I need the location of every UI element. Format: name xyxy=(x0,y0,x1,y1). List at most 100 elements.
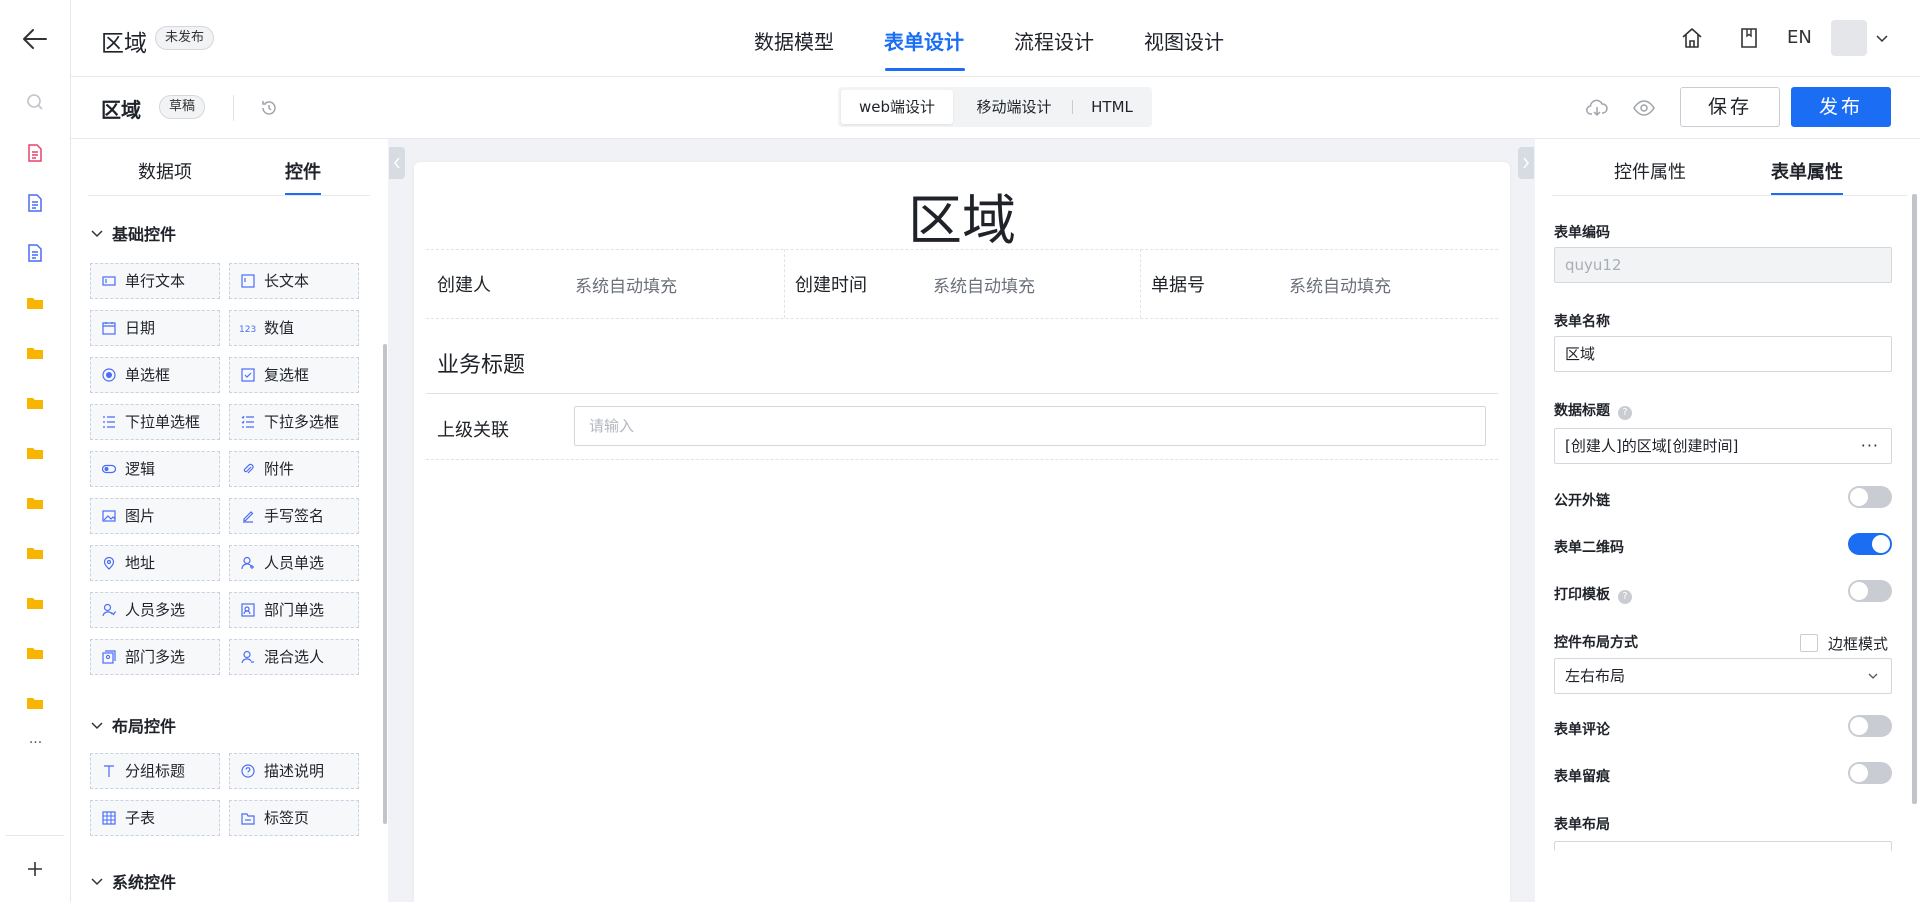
layout-mode-select[interactable]: 左右布局 xyxy=(1554,658,1892,694)
search-icon[interactable] xyxy=(25,92,45,112)
panel-scrollbar[interactable] xyxy=(1912,194,1917,804)
folder-icon[interactable] xyxy=(25,293,45,313)
document-blue-icon[interactable] xyxy=(25,193,45,213)
section-basic-controls[interactable]: 基础控件 xyxy=(90,221,176,245)
field-label-created-time[interactable]: 创建时间 xyxy=(795,271,867,297)
more-options-icon[interactable]: ··· xyxy=(1861,429,1879,463)
more-icon[interactable]: ··· xyxy=(0,735,71,751)
app-root: ··· 区域 未发布 数据模型 表单设计 流程设计 视图设计 EN 区域 草稿 … xyxy=(0,0,1920,902)
control-department-multi[interactable]: 部门多选 xyxy=(90,639,220,675)
svg-text:123: 123 xyxy=(239,325,256,335)
control-mixed-user[interactable]: 混合选人 xyxy=(229,639,359,675)
help-icon[interactable]: ? xyxy=(1618,406,1632,420)
plus-icon[interactable] xyxy=(24,858,46,880)
publish-button[interactable]: 发布 xyxy=(1791,87,1891,127)
control-label: 日期 xyxy=(125,319,156,337)
qr-code-toggle[interactable] xyxy=(1848,533,1892,555)
control-user-single[interactable]: 人员单选 xyxy=(229,545,359,581)
control-number[interactable]: 123 数值 xyxy=(229,310,359,346)
control-address[interactable]: 地址 xyxy=(90,545,220,581)
control-image[interactable]: 图片 xyxy=(90,498,220,534)
help-icon[interactable]: ? xyxy=(1618,590,1632,604)
control-department-single[interactable]: 部门单选 xyxy=(229,592,359,628)
control-checkbox[interactable]: 复选框 xyxy=(229,357,359,393)
control-label: 手写签名 xyxy=(264,507,325,525)
collapse-right-handle[interactable] xyxy=(1518,147,1534,179)
control-dropdown-multi[interactable]: 下拉多选框 xyxy=(229,404,359,440)
form-layout-field[interactable] xyxy=(1554,841,1892,851)
data-title-field[interactable]: [创建人]的区域[创建时间] ··· xyxy=(1554,428,1892,464)
control-date[interactable]: 日期 xyxy=(90,310,220,346)
trace-toggle[interactable] xyxy=(1848,762,1892,784)
control-logic[interactable]: 逻辑 xyxy=(90,451,220,487)
tab-controls[interactable]: 控件 xyxy=(285,158,321,184)
public-link-toggle[interactable] xyxy=(1848,486,1892,508)
folder-icon[interactable] xyxy=(25,343,45,363)
back-arrow-icon[interactable] xyxy=(20,26,50,52)
mode-html[interactable]: HTML xyxy=(1076,90,1148,124)
language-switch[interactable]: EN xyxy=(1787,27,1812,48)
panel-scrollbar[interactable] xyxy=(383,344,387,824)
home-icon[interactable] xyxy=(1680,26,1704,50)
history-icon[interactable] xyxy=(260,99,278,117)
qr-code-label: 表单二维码 xyxy=(1554,540,1624,556)
group-divider xyxy=(426,393,1498,394)
folder-icon[interactable] xyxy=(25,593,45,613)
document-blue-icon[interactable] xyxy=(25,243,45,263)
control-long-text[interactable]: 长文本 xyxy=(229,263,359,299)
document-red-icon[interactable] xyxy=(25,143,45,163)
tab-process-design[interactable]: 流程设计 xyxy=(1014,26,1094,55)
mode-mobile[interactable]: 移动端设计 xyxy=(958,90,1070,124)
control-subtable[interactable]: 子表 xyxy=(90,800,220,836)
book-icon[interactable] xyxy=(1737,26,1761,50)
field-label-parent-link[interactable]: 上级关联 xyxy=(437,416,509,442)
comments-toggle[interactable] xyxy=(1848,715,1892,737)
folder-icon[interactable] xyxy=(25,693,45,713)
border-mode-checkbox[interactable] xyxy=(1800,634,1818,652)
mode-web[interactable]: web端设计 xyxy=(841,90,953,124)
form-layout-label: 表单布局 xyxy=(1554,817,1610,833)
control-signature[interactable]: 手写签名 xyxy=(229,498,359,534)
tab-view-design[interactable]: 视图设计 xyxy=(1144,26,1224,55)
tab-data-items[interactable]: 数据项 xyxy=(138,158,192,184)
folder-icon[interactable] xyxy=(25,393,45,413)
comments-label: 表单评论 xyxy=(1554,722,1610,738)
control-label: 人员多选 xyxy=(125,601,186,619)
folder-icon[interactable] xyxy=(25,443,45,463)
collapse-left-handle[interactable] xyxy=(389,147,405,179)
section-layout-controls[interactable]: 布局控件 xyxy=(90,713,176,737)
toggle-knob xyxy=(1850,582,1868,600)
canvas-form-title[interactable]: 区域 xyxy=(414,176,1510,255)
print-template-toggle[interactable] xyxy=(1848,580,1892,602)
chevron-down-icon[interactable] xyxy=(1875,33,1889,45)
group-title[interactable]: 业务标题 xyxy=(437,347,525,379)
control-radio[interactable]: 单选框 xyxy=(90,357,220,393)
tab-data-model[interactable]: 数据模型 xyxy=(754,26,834,55)
form-name-field[interactable]: 区域 xyxy=(1554,336,1892,372)
avatar[interactable] xyxy=(1831,20,1867,56)
field-label-doc-number[interactable]: 单据号 xyxy=(1151,271,1205,297)
folder-icon[interactable] xyxy=(25,543,45,563)
tab-control-properties[interactable]: 控件属性 xyxy=(1614,158,1686,184)
folder-icon[interactable] xyxy=(25,643,45,663)
save-button[interactable]: 保存 xyxy=(1680,87,1780,127)
parent-link-input[interactable]: 请输入 xyxy=(574,406,1486,446)
control-tabs[interactable]: 标签页 xyxy=(229,800,359,836)
column-divider xyxy=(784,249,785,318)
cloud-download-icon[interactable] xyxy=(1585,96,1609,120)
field-label-creator[interactable]: 创建人 xyxy=(437,271,491,297)
control-description[interactable]: 描述说明 xyxy=(229,753,359,789)
control-group-title[interactable]: 分组标题 xyxy=(90,753,220,789)
control-user-multi[interactable]: 人员多选 xyxy=(90,592,220,628)
control-single-line-text[interactable]: 单行文本 xyxy=(90,263,220,299)
section-system-controls[interactable]: 系统控件 xyxy=(90,869,176,893)
column-divider xyxy=(1140,249,1141,318)
control-label: 下拉多选框 xyxy=(264,413,340,431)
control-attachment[interactable]: 附件 xyxy=(229,451,359,487)
control-dropdown-single[interactable]: 下拉单选框 xyxy=(90,404,220,440)
left-rail: ··· xyxy=(0,0,71,902)
tab-form-design[interactable]: 表单设计 xyxy=(884,26,964,55)
tab-form-properties[interactable]: 表单属性 xyxy=(1771,158,1843,184)
eye-icon[interactable] xyxy=(1632,97,1656,119)
folder-icon[interactable] xyxy=(25,493,45,513)
